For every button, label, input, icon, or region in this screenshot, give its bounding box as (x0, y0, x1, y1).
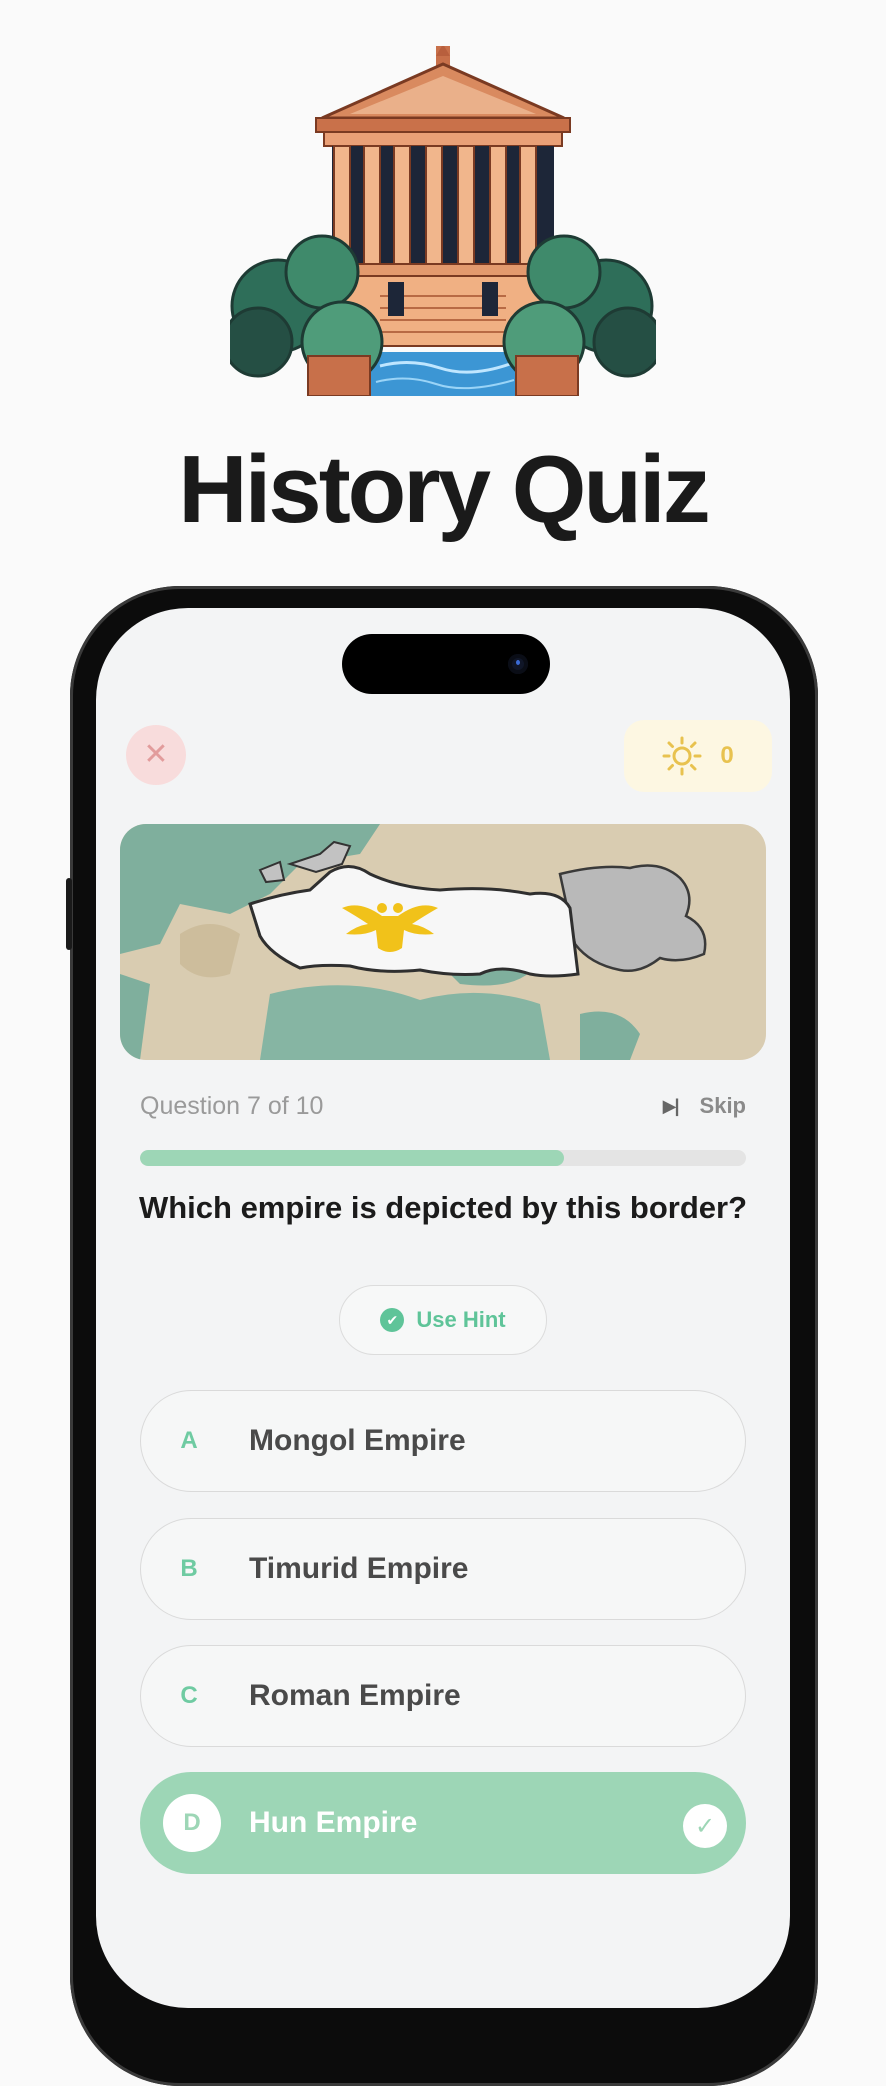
answer-text: Roman Empire (249, 1679, 461, 1712)
phone-screen: ✕ 0 Question 7 of 10 ▶| Skip Which empir… (96, 608, 790, 2008)
dynamic-island (342, 634, 550, 694)
answer-letter: A (180, 1427, 198, 1454)
answer-text: Hun Empire (249, 1806, 418, 1839)
hint-label: Use Hint (416, 1307, 506, 1332)
skip-label: Skip (699, 1093, 746, 1118)
progress-bar-fill (140, 1150, 565, 1166)
empire-map-image (120, 824, 766, 1060)
answer-letter: D (163, 1794, 221, 1852)
progress-bar (140, 1150, 746, 1166)
answer-option-a[interactable]: A Mongol Empire (140, 1390, 746, 1492)
question-counter: Question 7 of 10 (140, 1091, 324, 1120)
answer-option-c[interactable]: C Roman Empire (140, 1645, 746, 1747)
phone-side-button (66, 878, 72, 950)
answer-letter: C (180, 1682, 198, 1709)
answer-text: Timurid Empire (249, 1552, 469, 1585)
verified-check-icon: ✔ (380, 1308, 405, 1332)
use-hint-button[interactable]: ✔ Use Hint (339, 1285, 547, 1355)
progress-header: Question 7 of 10 ▶| Skip (140, 1086, 746, 1126)
answer-option-d[interactable]: D Hun Empire ✓ (140, 1772, 746, 1874)
camera-icon (508, 654, 528, 674)
checkmark-icon: ✓ (683, 1804, 727, 1848)
app-title: History Quiz (178, 436, 710, 543)
close-button[interactable]: ✕ (126, 725, 186, 785)
sun-icon (662, 736, 702, 776)
skip-button[interactable]: ▶| Skip (663, 1093, 746, 1119)
score-value: 0 (720, 742, 734, 769)
score-badge: 0 (624, 720, 772, 792)
answer-option-b[interactable]: B Timurid Empire (140, 1518, 746, 1620)
close-icon: ✕ (143, 738, 169, 771)
question-text: Which empire is depicted by this border? (138, 1190, 748, 1225)
temple-illustration (230, 46, 656, 396)
answer-letter: B (180, 1555, 198, 1582)
skip-next-icon: ▶| (662, 1095, 680, 1116)
answer-text: Mongol Empire (249, 1424, 466, 1457)
